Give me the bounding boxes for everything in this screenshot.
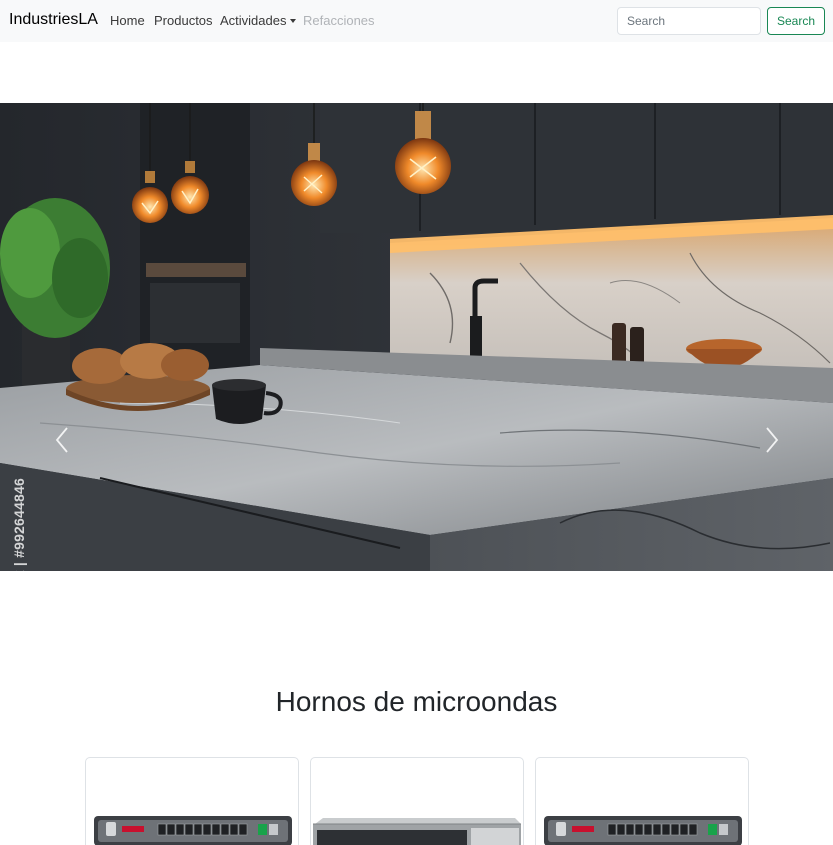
hero-carousel: Adobe Stock | #992644846 <box>0 103 833 571</box>
product-card[interactable] <box>535 757 749 845</box>
nav-link-actividades-label: Actividades <box>220 13 287 28</box>
kitchen-hero-image <box>0 103 833 571</box>
microwave-image <box>94 816 292 845</box>
chevron-left-icon <box>55 427 68 453</box>
nav-link-actividades-dropdown[interactable]: Actividades <box>220 13 297 28</box>
nav-link-productos[interactable]: Productos <box>154 13 213 28</box>
search-button[interactable]: Search <box>767 7 825 35</box>
microwave-image <box>313 818 521 845</box>
carousel-prev-button[interactable] <box>48 423 78 457</box>
nav-link-home[interactable]: Home <box>110 13 145 28</box>
caret-down-icon <box>290 19 297 23</box>
nav-link-refacciones: Refacciones <box>303 13 375 28</box>
section-title: Hornos de microondas <box>275 686 558 717</box>
carousel-next-button[interactable] <box>756 423 786 457</box>
product-card[interactable] <box>85 757 299 845</box>
top-navbar: IndustriesLA Home Productos Actividades … <box>0 0 833 42</box>
microwave-image <box>544 816 742 845</box>
stock-watermark: Adobe Stock | #992644846 <box>11 478 27 571</box>
chevron-right-icon <box>766 427 779 453</box>
product-card[interactable] <box>310 757 524 845</box>
navbar-brand[interactable]: IndustriesLA <box>9 11 98 29</box>
search-input[interactable] <box>617 7 761 35</box>
